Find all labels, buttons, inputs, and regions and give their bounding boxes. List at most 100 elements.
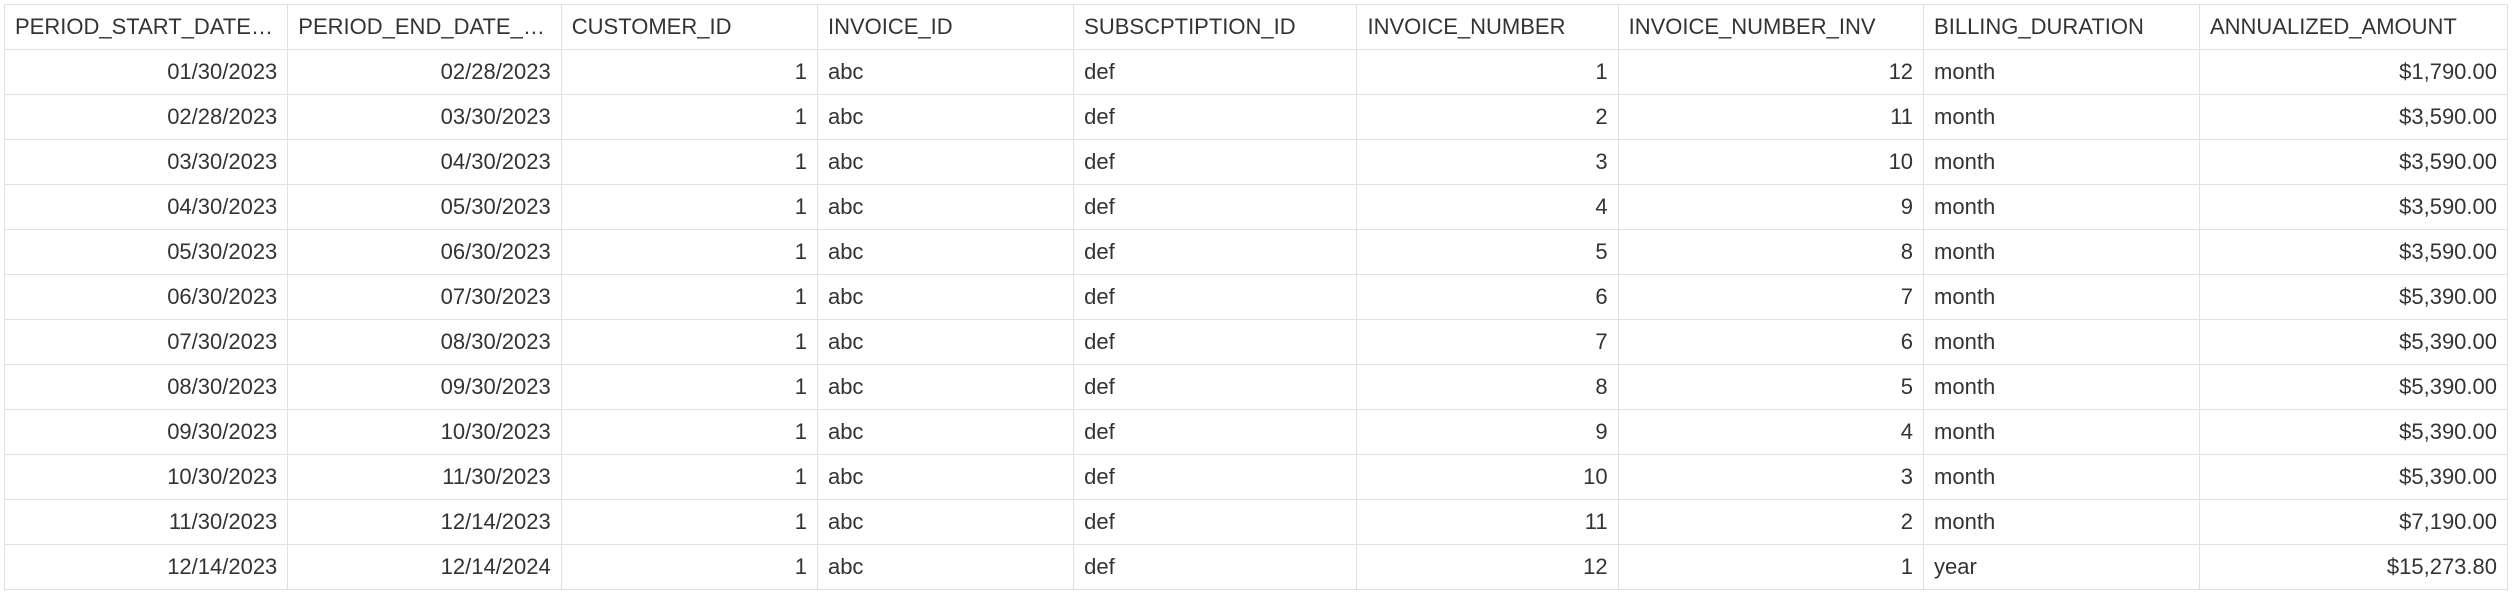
table-cell[interactable]: 06/30/2023: [288, 230, 561, 275]
table-cell[interactable]: 1: [561, 275, 817, 320]
table-cell[interactable]: def: [1074, 275, 1357, 320]
table-cell[interactable]: month: [1924, 95, 2200, 140]
table-cell[interactable]: 03/30/2023: [5, 140, 288, 185]
table-cell[interactable]: def: [1074, 500, 1357, 545]
table-cell[interactable]: $5,390.00: [2199, 410, 2507, 455]
column-header[interactable]: INVOICE_ID: [817, 5, 1073, 50]
table-cell[interactable]: 8: [1357, 365, 1618, 410]
column-header[interactable]: ANNUALIZED_AMOUNT: [2199, 5, 2507, 50]
column-header[interactable]: PERIOD_START_DATE_CLEAN: [5, 5, 288, 50]
table-cell[interactable]: abc: [817, 140, 1073, 185]
table-cell[interactable]: 02/28/2023: [288, 50, 561, 95]
table-cell[interactable]: 12/14/2023: [288, 500, 561, 545]
table-cell[interactable]: $3,590.00: [2199, 185, 2507, 230]
table-cell[interactable]: 3: [1357, 140, 1618, 185]
column-header[interactable]: BILLING_DURATION: [1924, 5, 2200, 50]
table-cell[interactable]: 6: [1618, 320, 1923, 365]
table-cell[interactable]: 11/30/2023: [5, 500, 288, 545]
column-header[interactable]: SUBSCPTIPTION_ID: [1074, 5, 1357, 50]
table-cell[interactable]: 2: [1357, 95, 1618, 140]
table-cell[interactable]: def: [1074, 140, 1357, 185]
table-cell[interactable]: 01/30/2023: [5, 50, 288, 95]
table-cell[interactable]: 8: [1618, 230, 1923, 275]
table-cell[interactable]: 1: [561, 185, 817, 230]
table-cell[interactable]: 07/30/2023: [288, 275, 561, 320]
table-cell[interactable]: 4: [1357, 185, 1618, 230]
table-cell[interactable]: 11: [1357, 500, 1618, 545]
table-cell[interactable]: 1: [1357, 50, 1618, 95]
table-cell[interactable]: 5: [1357, 230, 1618, 275]
table-cell[interactable]: 1: [561, 365, 817, 410]
table-cell[interactable]: 10/30/2023: [288, 410, 561, 455]
table-cell[interactable]: 06/30/2023: [5, 275, 288, 320]
table-cell[interactable]: 1: [561, 500, 817, 545]
table-cell[interactable]: abc: [817, 95, 1073, 140]
table-cell[interactable]: 10/30/2023: [5, 455, 288, 500]
table-cell[interactable]: abc: [817, 230, 1073, 275]
table-cell[interactable]: month: [1924, 500, 2200, 545]
table-cell[interactable]: $5,390.00: [2199, 320, 2507, 365]
table-cell[interactable]: 07/30/2023: [5, 320, 288, 365]
table-cell[interactable]: def: [1074, 365, 1357, 410]
table-cell[interactable]: month: [1924, 455, 2200, 500]
table-cell[interactable]: 1: [561, 50, 817, 95]
table-cell[interactable]: $1,790.00: [2199, 50, 2507, 95]
table-cell[interactable]: abc: [817, 50, 1073, 95]
table-cell[interactable]: abc: [817, 500, 1073, 545]
table-cell[interactable]: def: [1074, 455, 1357, 500]
table-cell[interactable]: $3,590.00: [2199, 140, 2507, 185]
table-cell[interactable]: 10: [1618, 140, 1923, 185]
table-cell[interactable]: def: [1074, 50, 1357, 95]
table-cell[interactable]: 11/30/2023: [288, 455, 561, 500]
table-cell[interactable]: $3,590.00: [2199, 95, 2507, 140]
table-cell[interactable]: 08/30/2023: [5, 365, 288, 410]
table-cell[interactable]: $5,390.00: [2199, 365, 2507, 410]
table-cell[interactable]: 05/30/2023: [5, 230, 288, 275]
table-cell[interactable]: month: [1924, 410, 2200, 455]
table-cell[interactable]: 12/14/2024: [288, 545, 561, 590]
table-cell[interactable]: 12: [1357, 545, 1618, 590]
table-cell[interactable]: month: [1924, 320, 2200, 365]
table-cell[interactable]: 1: [561, 95, 817, 140]
table-cell[interactable]: 6: [1357, 275, 1618, 320]
table-cell[interactable]: 10: [1357, 455, 1618, 500]
table-cell[interactable]: 9: [1357, 410, 1618, 455]
table-cell[interactable]: 09/30/2023: [5, 410, 288, 455]
table-cell[interactable]: month: [1924, 275, 2200, 320]
column-header[interactable]: PERIOD_END_DATE_CLEAN: [288, 5, 561, 50]
table-cell[interactable]: def: [1074, 320, 1357, 365]
table-cell[interactable]: abc: [817, 185, 1073, 230]
table-cell[interactable]: 12/14/2023: [5, 545, 288, 590]
table-cell[interactable]: 09/30/2023: [288, 365, 561, 410]
table-cell[interactable]: $7,190.00: [2199, 500, 2507, 545]
table-cell[interactable]: abc: [817, 545, 1073, 590]
table-cell[interactable]: $5,390.00: [2199, 455, 2507, 500]
table-cell[interactable]: 1: [561, 455, 817, 500]
table-cell[interactable]: $3,590.00: [2199, 230, 2507, 275]
table-cell[interactable]: abc: [817, 365, 1073, 410]
table-cell[interactable]: $15,273.80: [2199, 545, 2507, 590]
table-cell[interactable]: 7: [1357, 320, 1618, 365]
table-cell[interactable]: month: [1924, 230, 2200, 275]
table-cell[interactable]: 1: [561, 140, 817, 185]
column-header[interactable]: INVOICE_NUMBER_INV: [1618, 5, 1923, 50]
table-cell[interactable]: 02/28/2023: [5, 95, 288, 140]
table-cell[interactable]: 1: [561, 545, 817, 590]
table-cell[interactable]: 3: [1618, 455, 1923, 500]
table-cell[interactable]: abc: [817, 320, 1073, 365]
table-cell[interactable]: 12: [1618, 50, 1923, 95]
table-cell[interactable]: abc: [817, 455, 1073, 500]
table-cell[interactable]: month: [1924, 365, 2200, 410]
table-cell[interactable]: 05/30/2023: [288, 185, 561, 230]
table-cell[interactable]: 08/30/2023: [288, 320, 561, 365]
table-cell[interactable]: 7: [1618, 275, 1923, 320]
column-header[interactable]: CUSTOMER_ID: [561, 5, 817, 50]
table-cell[interactable]: 1: [561, 410, 817, 455]
table-cell[interactable]: 1: [561, 320, 817, 365]
table-cell[interactable]: 11: [1618, 95, 1923, 140]
table-cell[interactable]: 1: [1618, 545, 1923, 590]
table-cell[interactable]: def: [1074, 545, 1357, 590]
table-cell[interactable]: def: [1074, 95, 1357, 140]
table-cell[interactable]: 1: [561, 230, 817, 275]
table-cell[interactable]: abc: [817, 275, 1073, 320]
